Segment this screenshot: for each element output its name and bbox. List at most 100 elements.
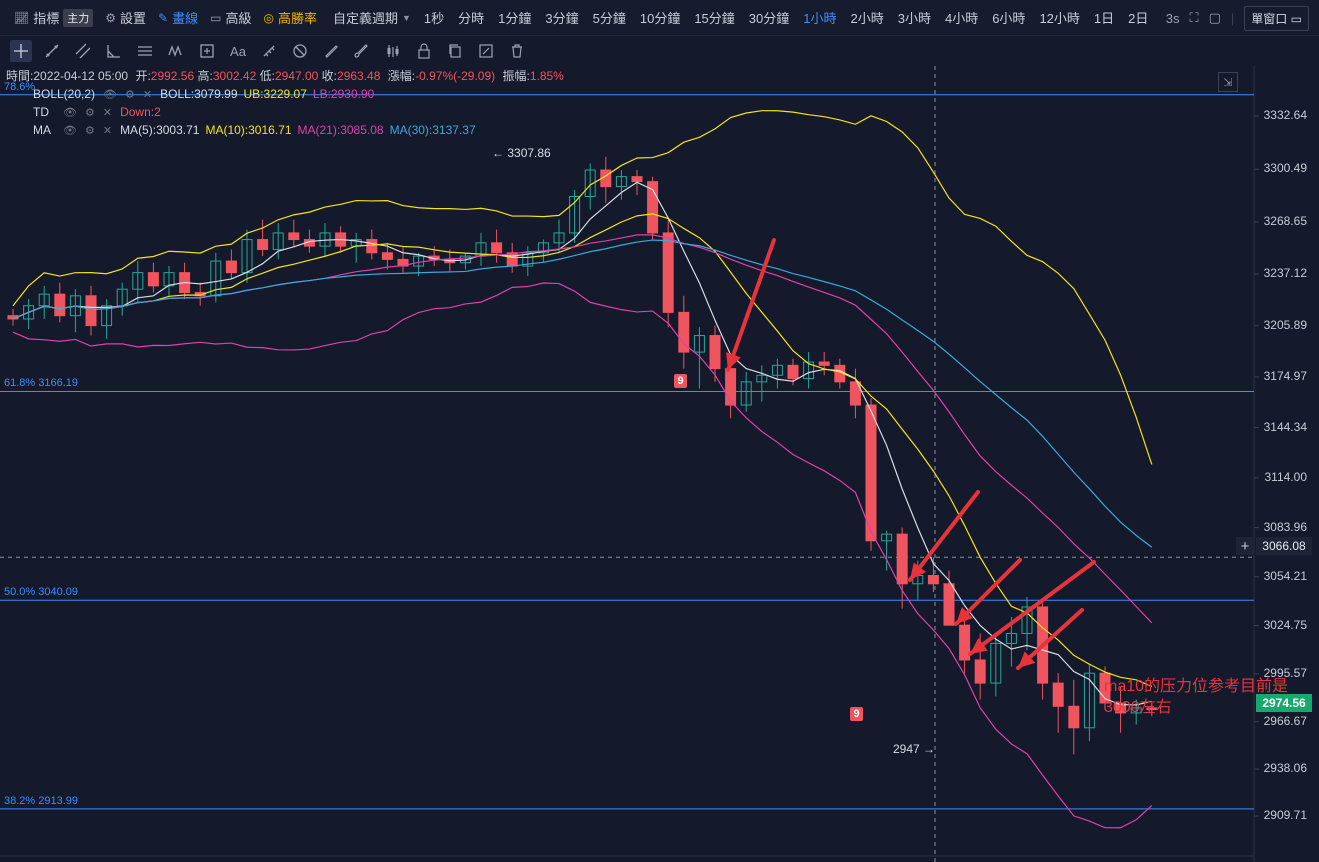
rectangle-tool-icon[interactable] <box>196 40 218 62</box>
period-tab[interactable]: 2小時 <box>844 0 891 36</box>
candle-body <box>1068 705 1080 729</box>
close-icon[interactable]: ✕ <box>103 124 112 137</box>
window-mode-select[interactable]: 單窗口 ▭ <box>1244 5 1309 31</box>
divider: | <box>1230 10 1235 26</box>
advanced-button[interactable]: ▭ 高級 <box>204 0 257 36</box>
wave-tool-icon[interactable] <box>165 40 187 62</box>
ma5-line <box>12 181 1152 706</box>
eye-icon[interactable]: 👁︎ <box>103 88 117 101</box>
period-tab[interactable]: 1小時 <box>796 0 843 36</box>
time-value: 2022-04-12 05:00 <box>33 69 129 83</box>
candle-body <box>709 335 721 370</box>
right-toolbar: 3s ⛶ ▢ | 單窗口 ▭ <box>1156 0 1309 36</box>
price-tick: 3205.89 <box>1263 317 1307 332</box>
boll-name: BOLL(20,2) <box>33 87 96 101</box>
candle-body <box>257 239 269 250</box>
period-tab[interactable]: 4小時 <box>938 0 985 36</box>
red-arrow <box>968 560 1096 656</box>
settings-button[interactable]: ⚙ 設置 <box>99 0 152 36</box>
change-label: 漲幅: <box>387 69 416 83</box>
boll-lb-value: LB:2930.90 <box>312 87 375 101</box>
price-tick: 3174.97 <box>1263 368 1307 383</box>
period-tab[interactable]: 分時 <box>451 0 491 36</box>
candle-body <box>896 533 908 585</box>
window-icon: ▭ <box>210 10 222 25</box>
indicators-label: 指標 <box>33 11 60 26</box>
candle-body <box>54 293 66 317</box>
parallel-channel-tool-icon[interactable] <box>72 40 94 62</box>
fibonacci-label: 78.6% <box>4 80 36 93</box>
winrate-icon: ◎ <box>263 10 274 25</box>
ma5-value: MA(5):3003.71 <box>120 123 200 137</box>
close-icon[interactable]: ✕ <box>103 106 112 119</box>
gear-icon[interactable]: ⚙ <box>85 106 95 119</box>
magnet-tool-icon[interactable] <box>289 40 311 62</box>
close-icon[interactable]: ✕ <box>143 88 152 101</box>
crosshair-tool-icon[interactable] <box>10 40 32 62</box>
draw-button[interactable]: ✎ 畫線 <box>152 0 204 36</box>
gear-icon[interactable]: ⚙ <box>85 124 95 137</box>
collapse-icon[interactable]: ⇲ <box>1218 72 1238 92</box>
price-tick: 2909.71 <box>1263 808 1307 822</box>
gear-icon[interactable]: ⚙ <box>125 88 135 101</box>
price-tick: 3054.21 <box>1263 568 1307 583</box>
price-tick: 3237.12 <box>1263 266 1307 281</box>
indicators-button[interactable]: 📈︎ 指標 主力 <box>8 0 99 36</box>
angle-tool-icon[interactable] <box>103 40 125 62</box>
measure-tool-icon[interactable] <box>258 40 280 62</box>
price-tick: 3144.34 <box>1263 419 1307 434</box>
period-tab[interactable]: 3分鐘 <box>538 0 585 36</box>
brush-tool-icon[interactable] <box>351 40 373 62</box>
draw-label: 畫線 <box>172 11 199 26</box>
horizontal-lines-tool-icon[interactable] <box>134 40 156 62</box>
candle-tool-icon[interactable] <box>382 40 404 62</box>
trash-icon[interactable] <box>506 40 528 62</box>
period-tab[interactable]: 3小時 <box>891 0 938 36</box>
add-alert-icon[interactable]: + <box>1236 537 1254 555</box>
fibonacci-label: 61.8% 3166.19 <box>4 377 79 390</box>
text-tool-icon[interactable]: Aa <box>227 40 249 62</box>
window-mode-label: 單窗口 <box>1251 11 1288 26</box>
period-tab[interactable]: 1分鐘 <box>491 0 538 36</box>
red-arrow <box>726 238 776 372</box>
period-tab[interactable]: 1日 <box>1087 0 1121 36</box>
candle-body <box>927 575 939 585</box>
boll-indicator-row: BOLL(20,2) 👁︎ ⚙ ✕ BOLL:3079.99 UB:3229.0… <box>33 87 374 101</box>
candle-body <box>225 260 237 274</box>
candle-body <box>85 295 97 327</box>
period-tab[interactable]: 12小時 <box>1032 0 1086 36</box>
period-tab[interactable]: 15分鐘 <box>687 0 741 36</box>
screenshot-icon[interactable]: ▢ <box>1209 10 1221 26</box>
ma21-value: MA(21):3085.08 <box>297 123 384 137</box>
gear-icon: ⚙ <box>105 10 117 25</box>
low-label: 低: <box>259 69 275 83</box>
winrate-button[interactable]: ◎ 高勝率 <box>257 0 323 36</box>
custom-period-dropdown[interactable]: 自定義週期 ▼ <box>327 0 417 36</box>
copy-icon[interactable] <box>444 40 466 62</box>
period-tab[interactable]: 30分鐘 <box>742 0 796 36</box>
change-value: -0.97%(-29.09) <box>415 69 496 83</box>
period-tab[interactable]: 5分鐘 <box>586 0 633 36</box>
period-tab[interactable]: 6小時 <box>985 0 1032 36</box>
period-tab[interactable]: 10分鐘 <box>633 0 687 36</box>
eye-icon[interactable]: 👁︎ <box>63 106 77 119</box>
price-chart[interactable] <box>0 66 1319 862</box>
amplitude-label: 振幅: <box>502 69 530 83</box>
td-sequential-marker: 9 <box>850 707 863 721</box>
annotation-text: ma10的压力位参考目前是 3000左右 <box>1104 676 1288 718</box>
period-tab[interactable]: 2日 <box>1121 0 1155 36</box>
price-tick: 3083.96 <box>1263 519 1307 534</box>
ruler-tool-icon[interactable] <box>320 40 342 62</box>
eye-icon[interactable]: 👁︎ <box>63 124 77 137</box>
high-label: 高: <box>197 69 213 83</box>
lock-icon[interactable] <box>413 40 435 62</box>
period-tab[interactable]: 1秒 <box>417 0 451 36</box>
main-badge: 主力 <box>63 8 94 27</box>
low-marker-label: 2947 → <box>893 742 936 756</box>
red-arrow <box>908 490 980 582</box>
high-value: 3002.42 <box>212 69 257 83</box>
edit-icon[interactable] <box>475 40 497 62</box>
fullscreen-icon[interactable]: ⛶ <box>1190 10 1199 26</box>
trend-line-tool-icon[interactable] <box>41 40 63 62</box>
refresh-interval[interactable]: 3s <box>1166 11 1180 26</box>
